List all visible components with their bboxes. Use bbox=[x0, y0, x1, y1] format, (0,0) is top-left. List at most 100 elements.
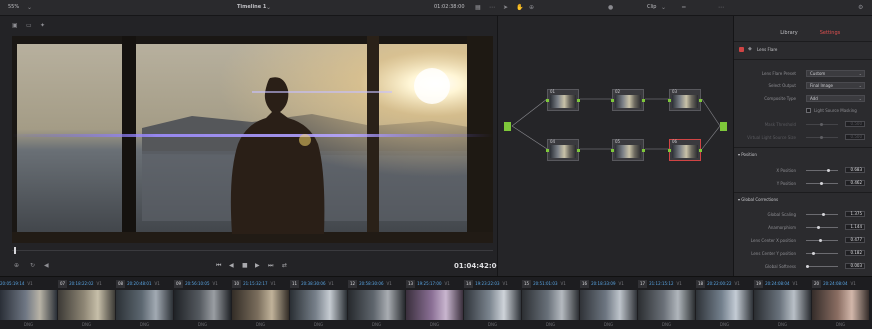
position-section-header[interactable]: ▾ Position bbox=[738, 152, 757, 157]
x-position-slider[interactable] bbox=[806, 169, 838, 172]
lens-flare-preset-select[interactable]: Custom ⌄ bbox=[806, 70, 865, 77]
slider-knob[interactable] bbox=[817, 226, 820, 229]
anamorphism-slider[interactable] bbox=[806, 226, 838, 229]
slider-knob[interactable] bbox=[820, 182, 823, 185]
global-softness-slider[interactable] bbox=[806, 265, 838, 268]
mask-threshold-value[interactable]: 0.500 bbox=[845, 121, 865, 127]
timeline-clip[interactable]: 19 20:24:08:04 V1 DNG bbox=[754, 280, 811, 328]
y-position-slider[interactable] bbox=[806, 182, 838, 185]
audio-icon[interactable]: ⊕ bbox=[14, 262, 19, 269]
mask-threshold-slider[interactable] bbox=[806, 123, 838, 126]
timeline-clip[interactable]: 10 21:15:32:17 V1 DNG bbox=[232, 280, 289, 328]
speaker-icon[interactable]: ◀ bbox=[44, 262, 49, 269]
node-editor[interactable]: 01 02 03 04 05 06 bbox=[497, 16, 733, 276]
timeline-clip[interactable]: 17 21:12:15:12 V1 DNG bbox=[638, 280, 695, 328]
timeline-clip[interactable]: 12 20:58:30:06 V1 DNG bbox=[348, 280, 405, 328]
pan-icon[interactable]: ✋ bbox=[516, 4, 523, 11]
pointer-icon[interactable]: ➤ bbox=[503, 4, 508, 11]
node-06-selected[interactable]: 06 bbox=[668, 139, 702, 161]
image-wipe-icon[interactable]: ▣ bbox=[12, 22, 18, 29]
light-source-size-value[interactable]: 0.500 bbox=[845, 134, 865, 140]
play-icon[interactable]: ▶ bbox=[255, 262, 260, 269]
timeline-clip[interactable]: 09 20:56:10:05 V1 DNG bbox=[174, 280, 231, 328]
clip-mode-select[interactable]: Clip bbox=[647, 4, 656, 10]
timeline-clip[interactable]: 20:05:19:14 V1 DNG bbox=[0, 280, 57, 328]
node-in-dot[interactable] bbox=[611, 149, 614, 152]
node-04[interactable]: 04 bbox=[546, 139, 580, 161]
slider-knob[interactable] bbox=[822, 213, 825, 216]
timeline-clip[interactable]: 14 19:23:22:03 V1 DNG bbox=[464, 280, 521, 328]
node-01[interactable]: 01 bbox=[546, 89, 580, 111]
settings-icon[interactable]: ⚙ bbox=[858, 4, 863, 11]
node-in-dot[interactable] bbox=[668, 99, 671, 102]
timeline-clip[interactable]: 07 20:18:22:02 V1 DNG bbox=[58, 280, 115, 328]
node-out-dot[interactable] bbox=[699, 149, 702, 152]
chevron-down-icon[interactable]: ⌄ bbox=[27, 4, 32, 11]
select-output-select[interactable]: Final Image ⌄ bbox=[806, 82, 865, 89]
node-out-dot[interactable] bbox=[642, 149, 645, 152]
node-03[interactable]: 03 bbox=[668, 89, 702, 111]
node-02[interactable]: 02 bbox=[611, 89, 645, 111]
timeline-clip[interactable]: 16 20:18:33:09 V1 DNG bbox=[580, 280, 637, 328]
slider-knob[interactable] bbox=[820, 123, 823, 126]
node-slider-icon[interactable]: ━ bbox=[682, 4, 686, 11]
x-position-value[interactable]: 0.683 bbox=[845, 167, 865, 173]
node-in-dot[interactable] bbox=[546, 99, 549, 102]
grid-icon[interactable]: ▦ bbox=[475, 4, 481, 11]
chevron-down-icon[interactable]: ⌄ bbox=[266, 4, 271, 11]
more-icon[interactable]: ⋯ bbox=[489, 4, 495, 11]
lens-center-y-slider[interactable] bbox=[806, 252, 838, 255]
go-to-start-icon[interactable]: ⏮ bbox=[216, 262, 221, 270]
lens-center-y-value[interactable]: 0.182 bbox=[845, 250, 865, 256]
more-icon[interactable]: ⋯ bbox=[718, 4, 724, 11]
anamorphism-value[interactable]: 1.144 bbox=[845, 224, 865, 230]
lens-center-x-value[interactable]: 0.477 bbox=[845, 237, 865, 243]
slider-knob[interactable] bbox=[812, 252, 815, 255]
highlight-icon[interactable]: ✦ bbox=[40, 22, 45, 29]
tab-settings[interactable]: Settings bbox=[812, 29, 848, 37]
go-to-end-icon[interactable]: ⏭ bbox=[268, 262, 273, 270]
light-source-size-slider[interactable] bbox=[806, 136, 838, 139]
step-back-icon[interactable]: ◀ bbox=[229, 262, 234, 269]
y-position-value[interactable]: 0.462 bbox=[845, 180, 865, 186]
slider-knob[interactable] bbox=[806, 265, 809, 268]
timeline-clip[interactable]: 18 20:22:00:22 V1 DNG bbox=[696, 280, 753, 328]
composite-type-select[interactable]: Add ⌄ bbox=[806, 95, 865, 102]
split-screen-icon[interactable]: ▭ bbox=[26, 22, 32, 29]
slider-knob[interactable] bbox=[819, 239, 822, 242]
node-in-dot[interactable] bbox=[546, 149, 549, 152]
light-source-masking-checkbox[interactable] bbox=[806, 108, 811, 113]
node-in-dot[interactable] bbox=[611, 99, 614, 102]
playhead[interactable] bbox=[14, 247, 16, 254]
node-output-handle[interactable] bbox=[720, 122, 727, 131]
slider-knob[interactable] bbox=[827, 169, 830, 172]
loop-play-icon[interactable]: ⇄ bbox=[282, 262, 287, 269]
scrubber-bar[interactable] bbox=[12, 250, 493, 251]
global-corrections-section-header[interactable]: ▾ Global Corrections bbox=[738, 197, 778, 202]
timeline-clip[interactable]: 11 20:38:30:06 V1 DNG bbox=[290, 280, 347, 328]
timeline-name[interactable]: Timeline 1 bbox=[237, 4, 266, 10]
global-scaling-slider[interactable] bbox=[806, 213, 838, 216]
video-frame[interactable] bbox=[12, 36, 493, 243]
node-input-handle[interactable] bbox=[504, 122, 511, 131]
tab-library[interactable]: Library bbox=[774, 29, 804, 37]
node-out-dot[interactable] bbox=[577, 149, 580, 152]
zoom-level[interactable]: 55% bbox=[8, 4, 19, 10]
zoom-icon[interactable]: ⊕ bbox=[529, 4, 534, 11]
node-05[interactable]: 05 bbox=[611, 139, 645, 161]
node-out-dot[interactable] bbox=[642, 99, 645, 102]
stop-icon[interactable]: ■ bbox=[242, 262, 248, 269]
timeline-clip[interactable]: 08 20:20:48:01 V1 DNG bbox=[116, 280, 173, 328]
node-out-dot[interactable] bbox=[577, 99, 580, 102]
effect-enable-toggle[interactable] bbox=[739, 47, 744, 52]
loop-icon[interactable]: ↻ bbox=[30, 262, 35, 269]
global-scaling-value[interactable]: 1.375 bbox=[845, 211, 865, 217]
slider-knob[interactable] bbox=[820, 136, 823, 139]
global-softness-value[interactable]: 0.003 bbox=[845, 263, 865, 269]
timeline-clip[interactable]: 13 19:25:17:00 V1 DNG bbox=[406, 280, 463, 328]
timeline-clip[interactable]: 20 20:24:08:04 V1 DNG bbox=[812, 280, 869, 328]
node-out-dot[interactable] bbox=[699, 99, 702, 102]
node-in-dot[interactable] bbox=[668, 149, 671, 152]
timeline-clip[interactable]: 15 20:51:01:03 V1 DNG bbox=[522, 280, 579, 328]
chevron-down-icon[interactable]: ⌄ bbox=[661, 4, 666, 11]
